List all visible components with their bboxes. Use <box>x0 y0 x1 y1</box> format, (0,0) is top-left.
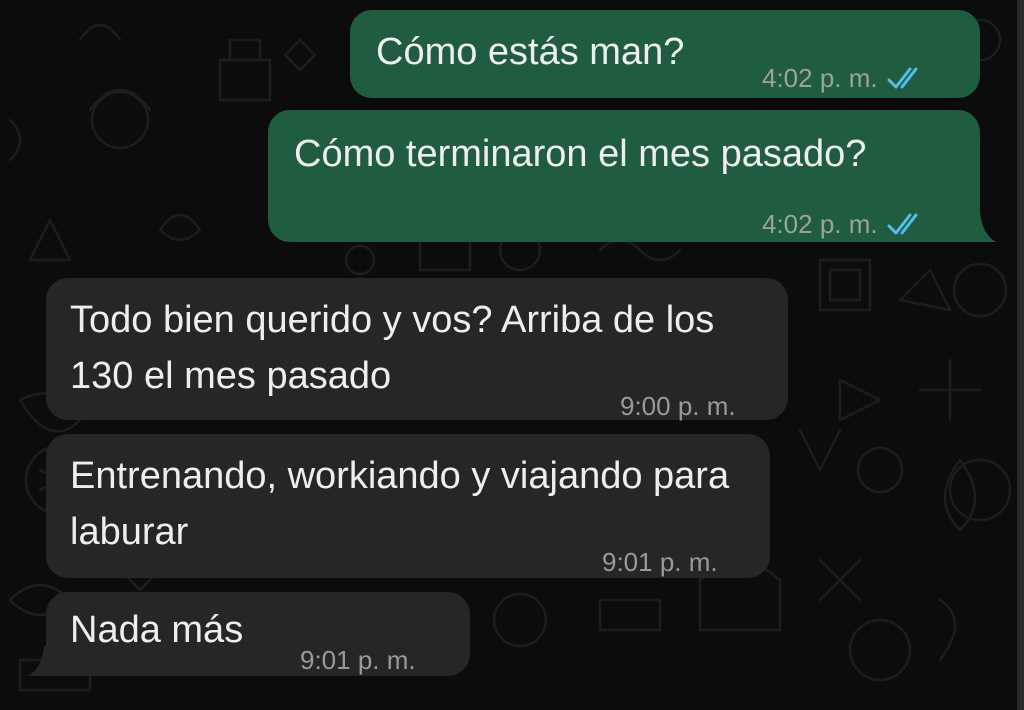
message-text: Cómo terminaron el mes pasado? <box>294 133 867 175</box>
message-meta: 4:02 p. m. <box>762 196 926 252</box>
incoming-message[interactable]: Todo bien querido y vos? Arriba de los 1… <box>46 278 788 421</box>
message-meta: 9:00 p. m. <box>620 378 736 434</box>
bubble-tail <box>28 646 58 676</box>
outgoing-message[interactable]: Cómo estás man? 4:02 p. m. <box>350 10 980 98</box>
message-text: Cómo estás man? <box>376 31 685 73</box>
bubble-tail <box>966 212 996 242</box>
message-meta: 9:01 p. m. <box>602 534 718 590</box>
message-time: 4:02 p. m. <box>762 209 878 239</box>
message-time: 9:00 p. m. <box>620 391 736 421</box>
outgoing-message[interactable]: Cómo terminaron el mes pasado? 4:02 p. m… <box>268 110 980 242</box>
chat-view: Cómo estás man? 4:02 p. m. Cómo terminar… <box>0 0 1024 710</box>
message-time: 9:01 p. m. <box>300 645 416 675</box>
incoming-message[interactable]: Nada más 9:01 p. m. <box>46 592 470 676</box>
message-text: Nada más <box>70 609 244 651</box>
double-check-read-icon <box>887 213 918 235</box>
scroll-edge <box>1017 0 1024 710</box>
message-time: 4:02 p. m. <box>762 63 878 93</box>
message-time: 9:01 p. m. <box>602 547 718 577</box>
message-meta: 4:02 p. m. <box>762 50 926 106</box>
double-check-read-icon <box>887 67 918 89</box>
incoming-message[interactable]: Entrenando, workiando y viajando para la… <box>46 434 770 578</box>
message-meta: 9:01 p. m. <box>300 632 416 688</box>
